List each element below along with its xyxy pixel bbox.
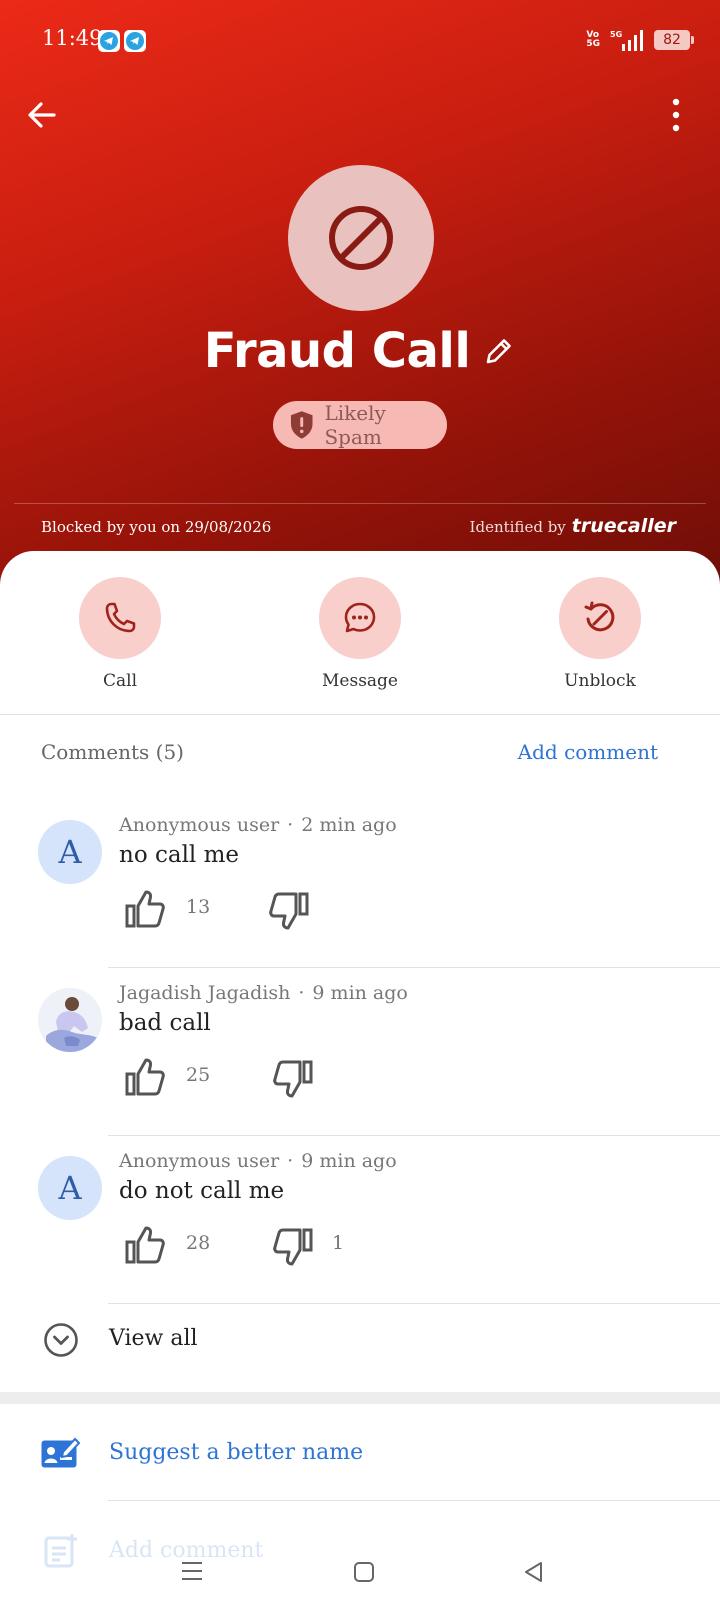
comment-author: Anonymous user xyxy=(119,814,280,836)
comment-meta: Anonymous user · 2 min ago xyxy=(119,814,397,836)
battery-indicator: 82 xyxy=(654,30,694,50)
thumbs-up-icon[interactable] xyxy=(124,1056,168,1100)
thumbs-down-icon[interactable] xyxy=(266,888,310,932)
spam-label: Likely Spam xyxy=(324,401,386,449)
suggest-name-label: Suggest a better name xyxy=(109,1440,364,1465)
add-comment-link[interactable]: Add comment xyxy=(518,740,658,764)
dislike-count: 1 xyxy=(332,1232,345,1254)
comment-item: A Anonymous user · 9 min ago do not call m… xyxy=(0,1136,720,1304)
shield-alert-icon xyxy=(290,411,313,439)
telegram-icon xyxy=(98,30,120,52)
comment-text: bad call xyxy=(119,1010,211,1036)
thumbs-down-icon[interactable] xyxy=(270,1056,314,1100)
comment-avatar: A xyxy=(38,820,102,884)
status-bar: 11:49 Vo 5G 5G 82 xyxy=(0,0,720,80)
system-nav-bar xyxy=(0,1540,720,1604)
comment-avatar-photo xyxy=(38,988,102,1052)
contact-name: Fraud Call xyxy=(203,323,471,379)
comment-time: 9 min ago xyxy=(312,982,408,1004)
like-count: 13 xyxy=(186,896,211,918)
call-label: Call xyxy=(102,671,138,691)
comment-text: no call me xyxy=(119,842,240,868)
comment-text: do not call me xyxy=(119,1178,285,1204)
user-photo xyxy=(38,988,102,1052)
home-icon[interactable] xyxy=(352,1560,376,1584)
comment-time: 9 min ago xyxy=(301,1150,397,1172)
phone-icon xyxy=(105,602,136,633)
message-label: Message xyxy=(322,671,398,691)
suggest-name-icon xyxy=(41,1437,80,1468)
identified-by-label: Identified by xyxy=(469,518,566,536)
edit-pencil-icon[interactable] xyxy=(482,334,516,368)
status-right-indicators: Vo 5G 5G 82 xyxy=(586,28,694,52)
view-all-comments[interactable]: View all xyxy=(0,1300,720,1380)
signal-icon: 5G xyxy=(610,30,643,51)
message-icon xyxy=(344,602,376,633)
thumbs-up-icon[interactable] xyxy=(124,1224,168,1268)
unblock-action[interactable]: Unblock xyxy=(540,577,660,691)
arrow-left-icon xyxy=(28,102,56,128)
comment-item: A Anonymous user · 2 min ago no call me 13 xyxy=(0,800,720,968)
back-triangle-icon[interactable] xyxy=(522,1560,546,1584)
more-vertical-icon xyxy=(672,98,680,132)
suggest-name-row[interactable]: Suggest a better name xyxy=(0,1410,720,1500)
blocked-info: Blocked by you on 29/08/2026 xyxy=(41,518,272,536)
comment-author: Anonymous user xyxy=(119,1150,280,1172)
like-count: 25 xyxy=(186,1064,211,1086)
truecaller-logo: truecaller xyxy=(571,515,676,537)
message-button[interactable] xyxy=(319,577,401,659)
call-action[interactable]: Call xyxy=(60,577,180,691)
chevron-down-circle-icon xyxy=(44,1323,78,1357)
actions-divider xyxy=(0,714,720,715)
back-button[interactable] xyxy=(22,95,62,135)
unblock-button[interactable] xyxy=(559,577,641,659)
comment-author: Jagadish Jagadish xyxy=(119,982,291,1004)
contact-avatar xyxy=(288,165,434,311)
telegram-icon xyxy=(124,30,146,52)
thumbs-up-icon[interactable] xyxy=(124,888,168,932)
like-count: 28 xyxy=(186,1232,211,1254)
comment-meta: Anonymous user · 9 min ago xyxy=(119,1150,397,1172)
comment-time: 2 min ago xyxy=(301,814,397,836)
more-options-button[interactable] xyxy=(668,97,684,133)
comment-avatar: A xyxy=(38,1156,102,1220)
comment-item: Jagadish Jagadish · 9 min ago bad call 25 xyxy=(0,968,720,1136)
section-separator xyxy=(0,1392,720,1404)
call-button[interactable] xyxy=(79,577,161,659)
comments-title: Comments (5) xyxy=(41,740,184,764)
recent-apps-icon[interactable] xyxy=(180,1560,204,1582)
comment-meta: Jagadish Jagadish · 9 min ago xyxy=(119,982,408,1004)
volte-indicator: Vo 5G xyxy=(586,30,600,49)
identified-by: Identified by truecaller xyxy=(470,515,676,537)
blocked-icon xyxy=(329,206,393,270)
thumbs-down-icon[interactable] xyxy=(270,1224,314,1268)
contact-header: 11:49 Vo 5G 5G 82 Fraud Call Likely Spam… xyxy=(0,0,720,600)
contact-name-row: Fraud Call xyxy=(0,323,720,379)
spam-badge: Likely Spam xyxy=(273,401,447,449)
header-divider xyxy=(14,503,706,504)
row-divider xyxy=(108,1500,720,1501)
unblock-icon xyxy=(584,601,615,632)
unblock-label: Unblock xyxy=(564,671,636,691)
network-type-label: 5G xyxy=(610,30,622,39)
message-action[interactable]: Message xyxy=(300,577,420,691)
status-time: 11:49 xyxy=(42,26,103,50)
view-all-label: View all xyxy=(109,1326,198,1351)
